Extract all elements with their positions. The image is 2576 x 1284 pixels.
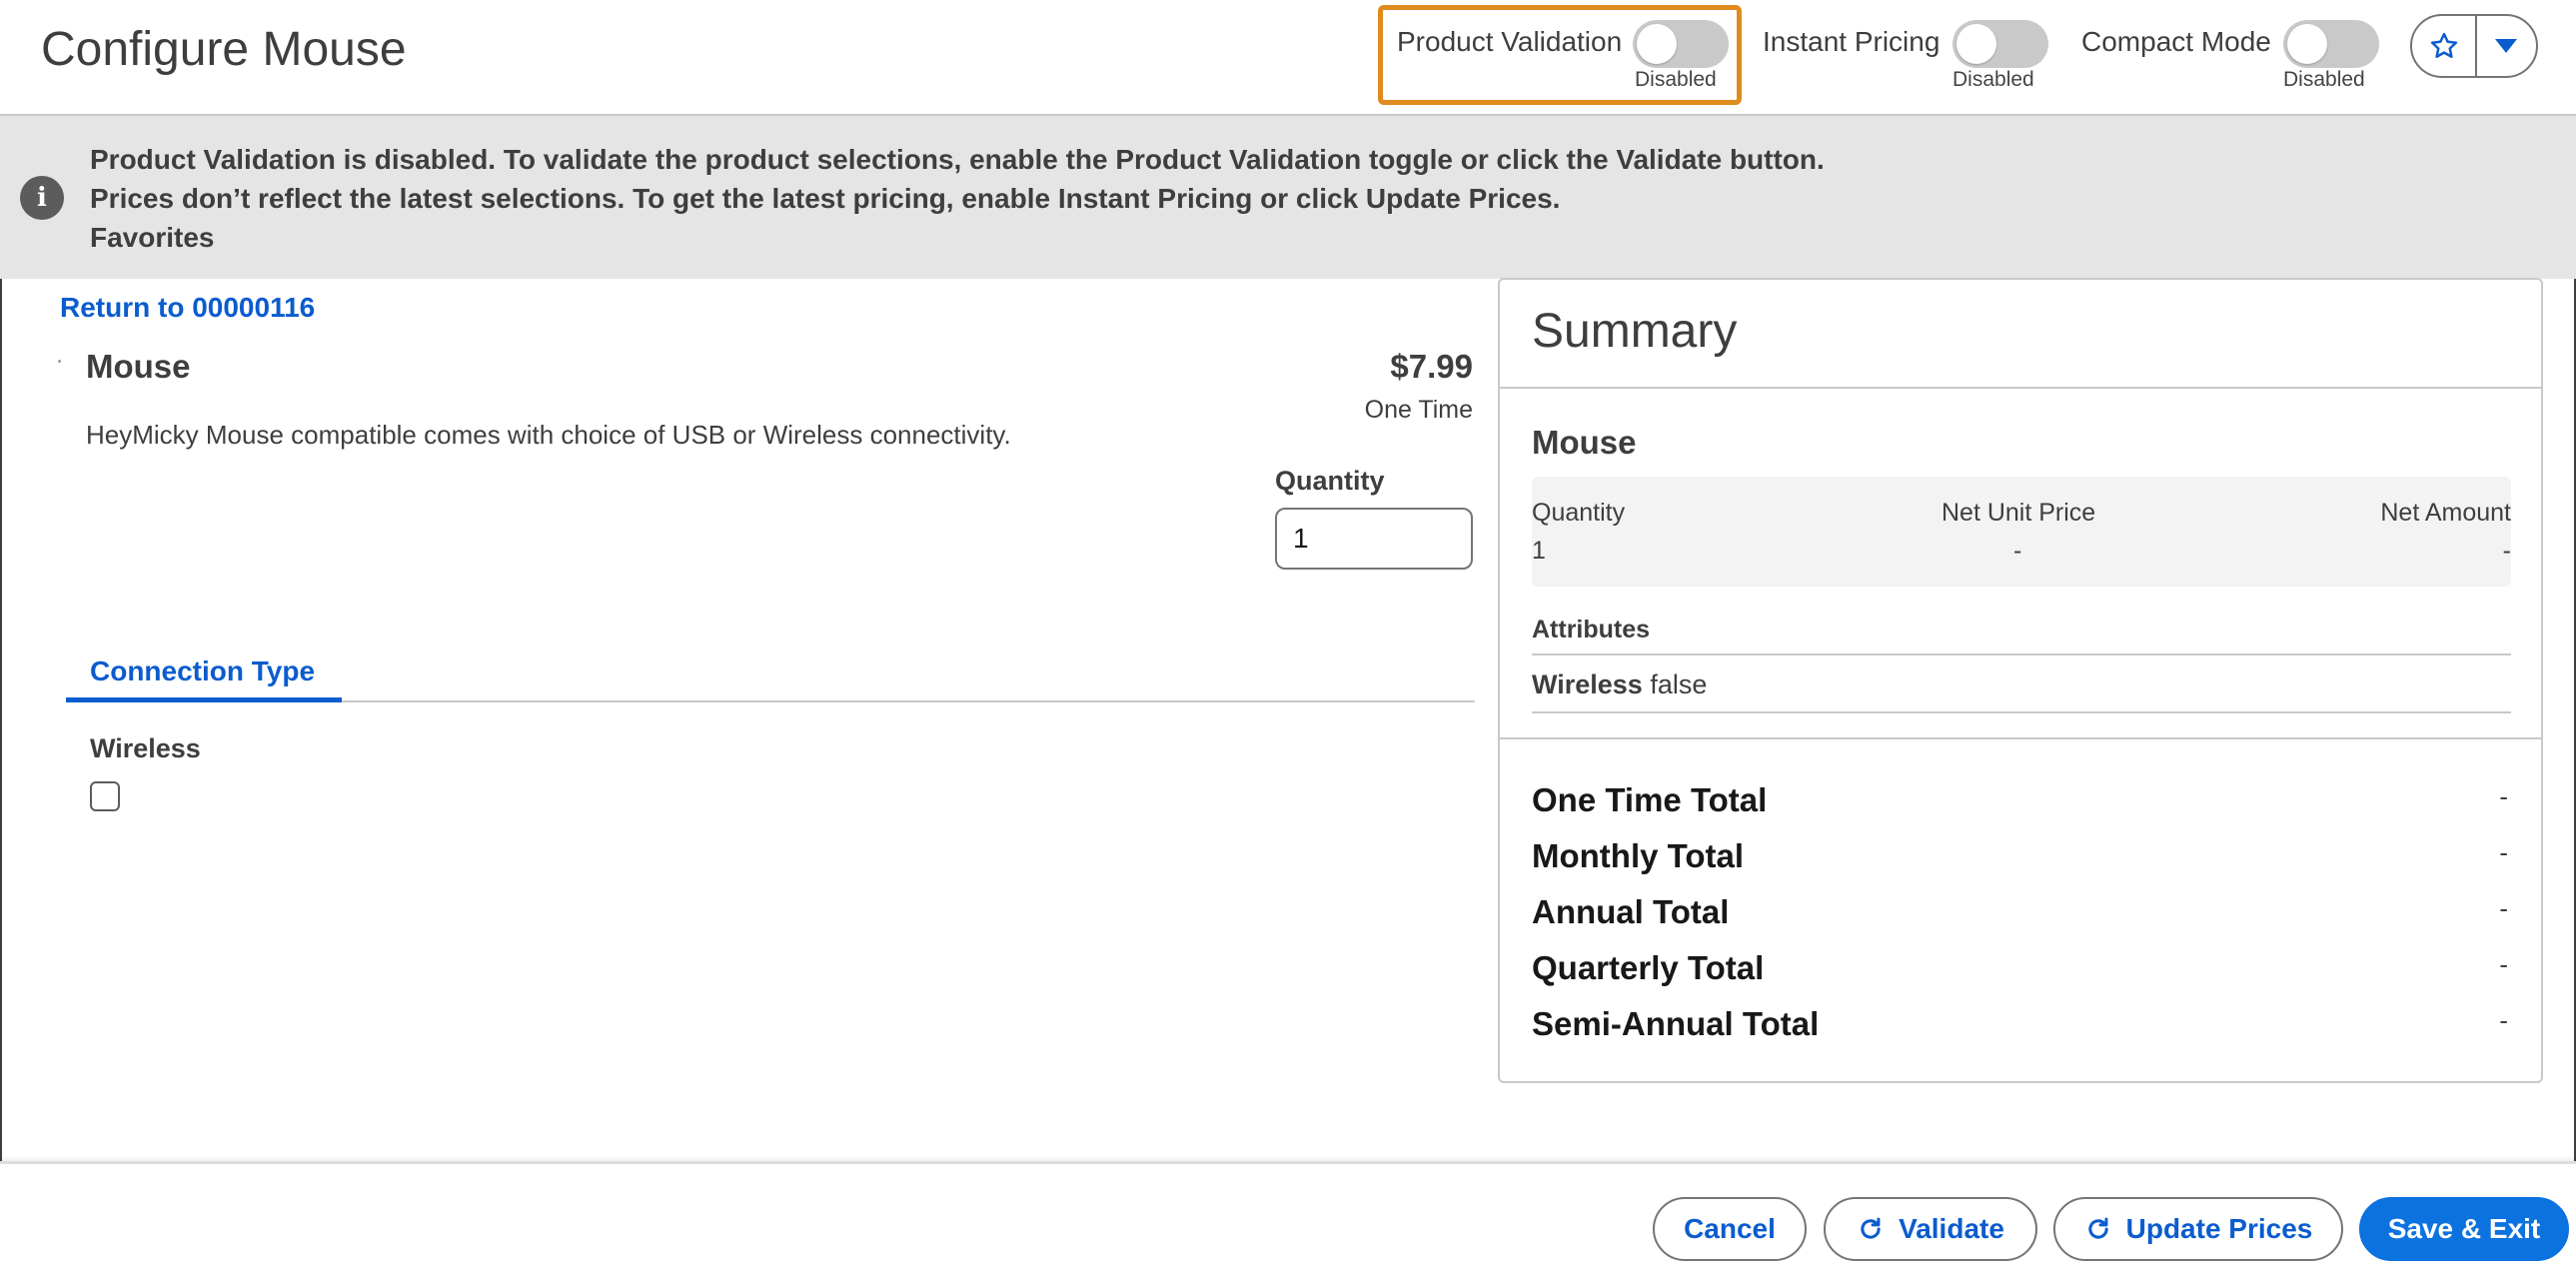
compact-mode-toggle[interactable]: Compact Mode Disabled [2081,12,2381,102]
product-price: $7.99 [1390,348,1473,385]
column-net-amount: Net Amount [2380,499,2511,527]
bullet-dot [58,360,61,363]
wireless-checkbox[interactable] [90,781,120,811]
wireless-label: Wireless [90,733,201,763]
divider [1500,737,2541,739]
column-quantity: Quantity [1532,499,1626,527]
one-time-total-value: - [2499,781,2508,811]
annual-total-label: Annual Total [1532,893,1730,930]
refresh-icon [1861,1217,1881,1239]
info-icon: i [20,176,64,220]
product-validation-highlight [1378,5,1742,105]
page-header: Configure Mouse Product Validation Disab… [0,0,2576,116]
star-icon[interactable] [2412,16,2477,76]
annual-total-value: - [2499,893,2508,923]
summary-pricing-box: Quantity Net Unit Price Net Amount 1 - - [1532,477,2511,587]
monthly-total-label: Monthly Total [1532,837,1745,874]
toggle-status: Disabled [1952,68,2034,91]
page-title: Configure Mouse [41,23,407,76]
quarterly-total-value: - [2499,949,2508,979]
validate-label: Validate [1899,1213,2004,1244]
notice-pricing: Prices don’t reflect the latest selectio… [90,183,1561,214]
toggle-switch[interactable] [1952,20,2048,68]
product-description: HeyMicky Mouse compatible comes with cho… [86,420,1011,450]
column-net-unit-price: Net Unit Price [1941,499,2096,527]
semi-annual-total-label: Semi-Annual Total [1532,1005,1820,1042]
divider [1532,711,2511,713]
save-exit-button[interactable]: Save & Exit [2359,1197,2569,1261]
product-frequency: One Time [1364,396,1473,424]
notice-favorites: Favorites [90,222,215,253]
cancel-button[interactable]: Cancel [1653,1197,1807,1261]
value-net-amount: - [2502,537,2511,565]
instant-pricing-toggle[interactable]: Instant Pricing Disabled [1763,12,2062,102]
toggle-label: Instant Pricing [1763,26,1940,57]
attribute-row: Wireless false [1532,669,1707,700]
toggle-status: Disabled [2283,68,2365,91]
favorites-button-group [2410,14,2538,78]
one-time-total-label: One Time Total [1532,781,1768,818]
cancel-label: Cancel [1684,1213,1776,1244]
semi-annual-total-value: - [2499,1005,2508,1035]
attribute-name: Wireless [1532,669,1643,699]
toggle-knob [1956,24,1996,64]
update-prices-label: Update Prices [2125,1213,2313,1244]
quantity-input[interactable] [1275,508,1473,570]
divider [1500,387,2541,389]
toggle-label: Compact Mode [2081,26,2271,57]
toggle-knob [2287,24,2327,64]
value-net-unit-price: - [2013,537,2022,565]
notice-validation: Product Validation is disabled. To valid… [90,144,1825,175]
chevron-down-icon[interactable] [2476,16,2536,76]
quantity-label: Quantity [1275,466,1385,496]
validate-button[interactable]: Validate [1824,1197,2037,1261]
toggle-switch[interactable] [2283,20,2379,68]
refresh-icon [2087,1217,2108,1239]
product-name: Mouse [86,348,191,385]
summary-product-name: Mouse [1532,424,1637,461]
update-prices-button[interactable]: Update Prices [2053,1197,2343,1261]
return-link[interactable]: Return to 00000116 [60,292,315,324]
tab-connection-type[interactable]: Connection Type [66,645,342,702]
divider [1532,653,2511,655]
summary-title: Summary [1532,305,1738,358]
value-quantity: 1 [1532,537,1546,565]
attributes-heading: Attributes [1532,616,1651,643]
save-exit-label: Save & Exit [2387,1213,2541,1244]
attribute-value: false [1650,669,1708,699]
monthly-total-value: - [2499,837,2508,867]
quarterly-total-label: Quarterly Total [1532,949,1765,986]
